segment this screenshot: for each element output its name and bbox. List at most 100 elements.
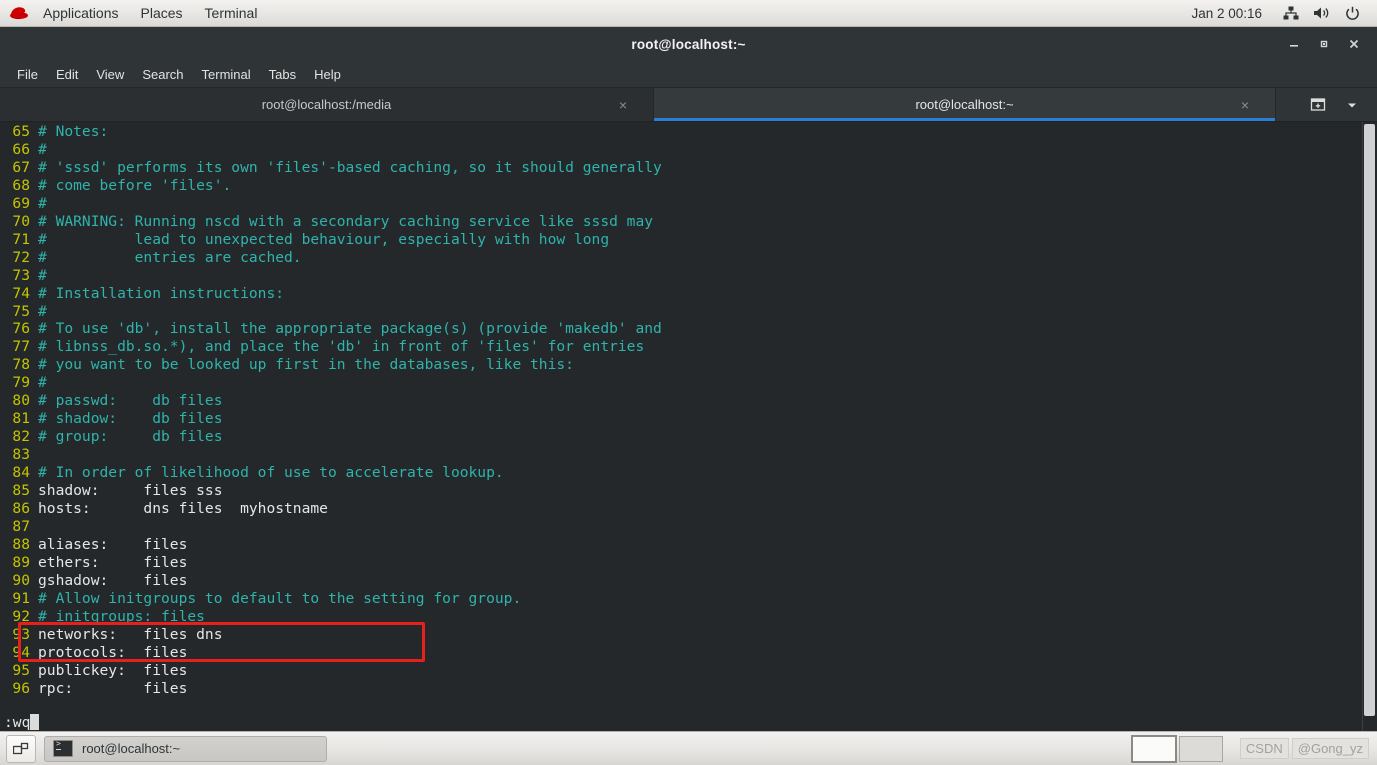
line-content: # [38,194,47,212]
terminal-line: 77 # libnss_db.so.*), and place the 'db' … [4,338,662,356]
terminal-line: 84 # In order of likelihood of use to acc… [4,464,662,482]
line-number: 81 [12,410,30,428]
menu-file[interactable]: File [8,65,47,84]
menu-search[interactable]: Search [133,65,192,84]
terminal-line: 91 # Allow initgroups to default to the s… [4,590,662,608]
workspace-2[interactable] [1178,735,1223,762]
line-content: hosts: dns files myhostname [38,500,328,518]
terminal-line: 87 [4,518,662,536]
line-number: 76 [12,320,30,338]
line-content: # 'sssd' performs its own 'files'-based … [38,158,662,176]
line-content: rpc: files [38,679,188,697]
menu-terminal[interactable]: Terminal [193,65,260,84]
minimize-button[interactable] [1279,29,1309,59]
close-icon[interactable]: × [619,98,627,112]
tab-actions [1293,88,1377,121]
bottom-taskbar: root@localhost:~ CSDN @Gong_yz [0,731,1377,765]
taskbar-right-area: CSDN @Gong_yz [1130,734,1371,763]
menu-edit[interactable]: Edit [47,65,87,84]
line-number: 66 [12,140,30,158]
line-content: # Notes: [38,123,109,140]
line-content: # libnss_db.so.*), and place the 'db' in… [38,338,645,356]
panel-menu-terminal[interactable]: Terminal [194,0,269,26]
tab-root-home[interactable]: root@localhost:~ × [654,88,1276,121]
text-cursor [30,714,40,731]
terminal-line: 71 # lead to unexpected behaviour, especi… [4,231,662,249]
menu-view[interactable]: View [87,65,133,84]
line-content: # initgroups: files [38,607,205,625]
line-number: 86 [12,500,30,518]
terminal-icon [53,739,73,757]
line-content: # passwd: db files [38,392,223,410]
terminal-line: 92 # initgroups: files [4,608,662,626]
line-content: # [38,140,47,158]
power-icon[interactable] [1338,6,1367,21]
tab-label: root@localhost:~ [915,97,1014,112]
panel-menu-places[interactable]: Places [130,0,194,26]
scrollbar-thumb[interactable] [1364,124,1375,716]
line-content: # you want to be looked up first in the … [38,356,574,374]
show-desktop-icon[interactable] [6,734,36,763]
terminal-line: 86 hosts: dns files myhostname [4,500,662,518]
line-content: protocols: files [38,643,188,661]
terminal-line: 96 rpc: files [4,680,662,698]
menu-help[interactable]: Help [305,65,350,84]
line-number: 95 [12,661,30,679]
terminal-line: 83 [4,446,662,464]
line-content: # [38,302,47,320]
taskbar-window-button[interactable]: root@localhost:~ [44,735,327,762]
terminal-line: 69 # [4,195,662,213]
menu-tabs[interactable]: Tabs [260,65,305,84]
terminal-viewport[interactable]: 65 # Notes: 66 #67 # 'sssd' performs its own… [0,122,1377,734]
line-content: networks: files dns [38,625,223,643]
terminal-line: 82 # group: db files [4,428,662,446]
line-number: 88 [12,535,30,553]
line-content: # Allow initgroups to default to the set… [38,589,522,607]
panel-menu-applications[interactable]: Applications [32,0,130,26]
line-number: 79 [12,374,30,392]
line-content: # lead to unexpected behaviour, especial… [38,230,610,248]
redhat-logo-icon [0,5,32,21]
vertical-scrollbar[interactable] [1362,122,1377,734]
line-content: ethers: files [38,553,188,571]
terminal-line: 90 gshadow: files [4,572,662,590]
line-number: 71 [12,230,30,248]
line-number: 82 [12,428,30,446]
workspace-1[interactable] [1130,734,1177,763]
line-content: aliases: files [38,535,188,553]
window-title-bar: root@localhost:~ [0,27,1377,61]
volume-icon[interactable] [1306,6,1338,20]
gnome-top-panel: Applications Places Terminal Jan 2 00:16 [0,0,1377,27]
terminal-line: 72 # entries are cached. [4,249,662,267]
line-content: # WARNING: Running nscd with a secondary… [38,212,654,230]
watermark-user: @Gong_yz [1291,738,1369,759]
chevron-down-icon[interactable] [1335,88,1369,121]
terminal-window: root@localhost:~ File Edit View Search T… [0,27,1377,734]
line-content: # To use 'db', install the appropriate p… [38,320,662,338]
line-number: 72 [12,248,30,266]
terminal-text-area: 65 # Notes: 66 #67 # 'sssd' performs its own… [0,122,662,698]
watermark-site: CSDN [1239,738,1289,759]
line-number: 87 [12,517,30,535]
network-icon[interactable] [1276,6,1306,20]
clock[interactable]: Jan 2 00:16 [1185,6,1276,21]
line-number: 67 [12,158,30,176]
close-button[interactable] [1339,29,1369,59]
taskbar-window-label: root@localhost:~ [82,741,181,756]
line-content: gshadow: files [38,571,188,589]
line-number: 89 [12,553,30,571]
line-number: 74 [12,284,30,302]
tab-root-media[interactable]: root@localhost:/media × [0,88,654,121]
line-content: # group: db files [38,428,223,446]
line-content: # entries are cached. [38,248,302,266]
new-tab-icon[interactable] [1301,88,1335,121]
line-content: shadow: files sss [38,482,223,500]
line-number: 83 [12,446,30,464]
line-content: publickey: files [38,661,188,679]
line-number: 68 [12,176,30,194]
maximize-button[interactable] [1309,29,1339,59]
close-icon[interactable]: × [1241,98,1249,112]
top-panel-menus: Applications Places Terminal [0,0,268,26]
line-number: 69 [12,194,30,212]
workspace-switcher[interactable] [1130,734,1225,763]
